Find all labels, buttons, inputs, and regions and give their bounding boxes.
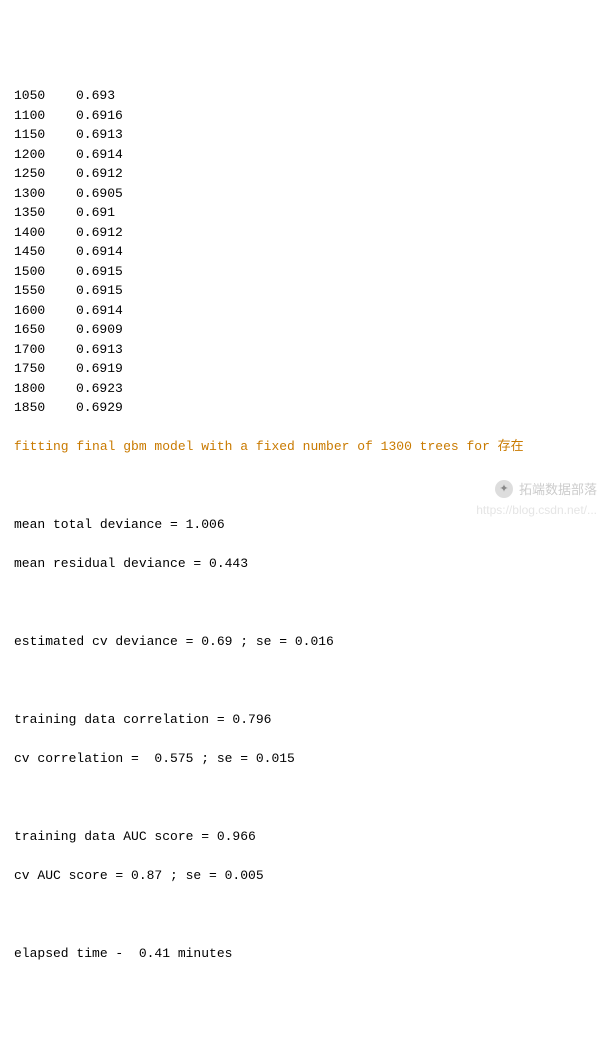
deviance-cell: 0.6914 [76,145,123,165]
table-row: 18000.6923 [14,379,597,399]
deviance-cell: 0.6929 [76,398,123,418]
deviance-cell: 0.6914 [76,242,123,262]
table-row: 13500.691 [14,203,597,223]
fitting-message: fitting final gbm model with a fixed num… [14,437,597,457]
table-row: 12500.6912 [14,164,597,184]
blank-line [14,905,597,925]
blank-line [14,788,597,808]
trees-cell: 1750 [14,359,76,379]
trees-cell: 1800 [14,379,76,399]
trees-cell: 1400 [14,223,76,243]
deviance-cell: 0.6913 [76,125,123,145]
elapsed-time: elapsed time - 0.41 minutes [14,944,597,964]
trees-cell: 1550 [14,281,76,301]
trees-cell: 1350 [14,203,76,223]
table-row: 18500.6929 [14,398,597,418]
trees-cell: 1600 [14,301,76,321]
trees-cell: 1200 [14,145,76,165]
table-row: 15500.6915 [14,281,597,301]
trees-cell: 1850 [14,398,76,418]
deviance-cell: 0.6915 [76,281,123,301]
deviance-cell: 0.6923 [76,379,123,399]
table-row: 11000.6916 [14,106,597,126]
deviance-cell: 0.6914 [76,301,123,321]
table-row: 14500.6914 [14,242,597,262]
training-auc: training data AUC score = 0.966 [14,827,597,847]
trees-cell: 1250 [14,164,76,184]
trees-cell: 1450 [14,242,76,262]
trees-cell: 1150 [14,125,76,145]
table-row: 12000.6914 [14,145,597,165]
table-row: 13000.6905 [14,184,597,204]
deviance-cell: 0.6912 [76,164,123,184]
trees-cell: 1300 [14,184,76,204]
blank-line [14,671,597,691]
mean-residual-deviance: mean residual deviance = 0.443 [14,554,597,574]
table-row: 11500.6913 [14,125,597,145]
watermark-label: 拓端数据部落 [519,480,597,500]
deviance-cell: 0.691 [76,203,115,223]
table-row: 10500.693 [14,86,597,106]
deviance-cell: 0.6913 [76,340,123,360]
deviance-cell: 0.6919 [76,359,123,379]
deviance-cell: 0.6916 [76,106,123,126]
deviance-cell: 0.6909 [76,320,123,340]
deviance-table: 10500.69311000.691611500.691312000.69141… [14,86,597,418]
table-row: 17500.6919 [14,359,597,379]
trees-cell: 1650 [14,320,76,340]
trees-cell: 1050 [14,86,76,106]
trees-cell: 1100 [14,106,76,126]
table-row: 14000.6912 [14,223,597,243]
table-row: 16000.6914 [14,301,597,321]
watermark-url: https://blog.csdn.net/... [476,501,597,519]
deviance-cell: 0.693 [76,86,115,106]
blank-line [14,593,597,613]
table-row: 16500.6909 [14,320,597,340]
table-row: 15000.6915 [14,262,597,282]
deviance-cell: 0.6915 [76,262,123,282]
training-correlation: training data correlation = 0.796 [14,710,597,730]
cv-correlation: cv correlation = 0.575 ; se = 0.015 [14,749,597,769]
trees-cell: 1700 [14,340,76,360]
trees-cell: 1500 [14,262,76,282]
deviance-cell: 0.6912 [76,223,123,243]
deviance-cell: 0.6905 [76,184,123,204]
estimated-cv-deviance: estimated cv deviance = 0.69 ; se = 0.01… [14,632,597,652]
watermark: ✦ 拓端数据部落 [495,480,597,500]
table-row: 17000.6913 [14,340,597,360]
cv-auc: cv AUC score = 0.87 ; se = 0.005 [14,866,597,886]
wechat-icon: ✦ [495,480,513,498]
